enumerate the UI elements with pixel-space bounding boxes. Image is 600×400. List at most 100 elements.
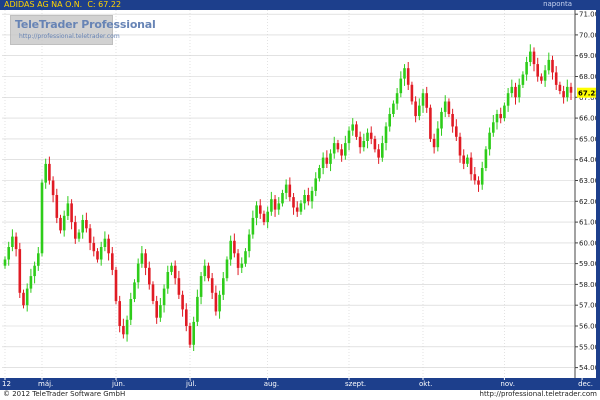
candle-body	[451, 114, 454, 127]
candle-body	[14, 236, 18, 250]
candle-body	[233, 240, 236, 254]
candle-body	[177, 278, 181, 295]
candle-body	[295, 207, 299, 212]
candle-body	[521, 74, 525, 85]
candle-body	[192, 321, 195, 345]
price-chart[interactable]: 54.0055.0056.0057.0058.0059.0060.0061.00…	[0, 0, 600, 400]
x-tick-label: máj.	[38, 380, 53, 388]
candle-body	[318, 168, 321, 179]
candle-body	[48, 163, 51, 181]
teletrader-logo: TeleTrader Professional http://professio…	[10, 15, 156, 45]
candle-body	[355, 124, 358, 137]
candle-body	[99, 247, 103, 260]
candle-body	[214, 292, 218, 312]
candle-body	[125, 319, 129, 335]
candle-body	[447, 101, 451, 114]
candle-body	[22, 292, 25, 306]
candle-body	[136, 263, 140, 283]
x-tick-label: nov.	[500, 380, 515, 388]
candle-body	[558, 84, 562, 91]
candle-body	[247, 234, 251, 252]
candle-body	[458, 136, 462, 156]
candle-body	[122, 326, 125, 335]
candle-body	[381, 143, 384, 158]
candle-body	[303, 195, 306, 204]
candle-body	[358, 136, 362, 148]
candle-body	[11, 236, 14, 247]
candle-body	[440, 111, 443, 129]
candle-body	[81, 220, 84, 233]
candle-body	[414, 101, 417, 117]
logo-url: http://professional.teletrader.com	[19, 33, 120, 40]
candle-body	[410, 84, 414, 102]
candle-body	[55, 195, 59, 218]
candle-body	[455, 126, 458, 137]
candle-body	[369, 132, 373, 139]
candle-body	[284, 184, 288, 193]
candle-body	[118, 301, 121, 326]
candle-body	[366, 132, 369, 141]
candle-body	[185, 309, 188, 326]
candle-body	[466, 157, 469, 164]
candle-body	[166, 272, 170, 289]
candle-body	[336, 143, 340, 150]
candle-body	[425, 93, 428, 108]
source-link[interactable]: http://professional.teletrader.com	[480, 390, 597, 398]
candle-body	[273, 199, 277, 210]
candle-body	[7, 247, 10, 260]
candle-body	[29, 276, 33, 289]
candle-body	[299, 203, 303, 212]
candle-body	[529, 51, 532, 62]
candle-body	[351, 124, 354, 131]
candle-body	[210, 278, 214, 293]
x-tick-label: dec.	[578, 380, 593, 388]
candle-body	[443, 101, 447, 112]
candle-body	[510, 86, 514, 94]
candle-body	[310, 190, 314, 202]
candle-body	[203, 265, 207, 277]
time-axis: 12 máj. jún. júl. aug. szept. okt. nov. dec.	[0, 378, 600, 390]
candle-body	[18, 249, 22, 293]
candle-body	[399, 78, 403, 94]
candle-body	[33, 265, 36, 277]
candle-body	[292, 197, 295, 208]
copyright-text: © 2012 TeleTrader Software GmbH	[3, 390, 126, 398]
candle-body	[170, 265, 173, 272]
candle-body	[436, 128, 440, 148]
candle-body	[148, 267, 151, 285]
candle-body	[70, 203, 73, 223]
candle-body	[406, 68, 410, 85]
candle-body	[266, 211, 269, 223]
candle-body	[395, 93, 399, 104]
candle-body	[155, 301, 158, 318]
candle-body	[547, 59, 551, 71]
candle-body	[499, 114, 502, 119]
candle-body	[62, 215, 66, 231]
candle-body	[66, 203, 70, 216]
candle-body	[199, 276, 203, 297]
candle-body	[384, 126, 388, 143]
plot-area	[2, 10, 574, 378]
candle-body	[92, 242, 96, 252]
x-tick-label: okt.	[419, 380, 432, 388]
candle-body	[462, 155, 465, 164]
candle-body	[477, 180, 480, 185]
candle-body	[536, 64, 539, 77]
candle-body	[377, 149, 380, 158]
candle-body	[540, 76, 543, 81]
candle-body	[532, 51, 536, 65]
candle-body	[362, 141, 366, 148]
x-tick-label: 12	[2, 380, 11, 388]
x-tick-label: szept.	[345, 380, 366, 388]
candle-body	[562, 91, 565, 98]
candle-body	[262, 213, 266, 223]
x-tick-label: aug.	[264, 380, 279, 388]
candle-body	[236, 253, 240, 268]
candle-body	[469, 157, 473, 175]
chart-window: ADIDAS AG NA O.N. C: 67.22 naponta 54.00…	[0, 0, 600, 400]
candle-body	[229, 240, 232, 260]
candle-body	[495, 114, 499, 123]
candle-body	[332, 143, 336, 154]
candle-body	[74, 222, 77, 239]
candle-body	[144, 253, 147, 268]
